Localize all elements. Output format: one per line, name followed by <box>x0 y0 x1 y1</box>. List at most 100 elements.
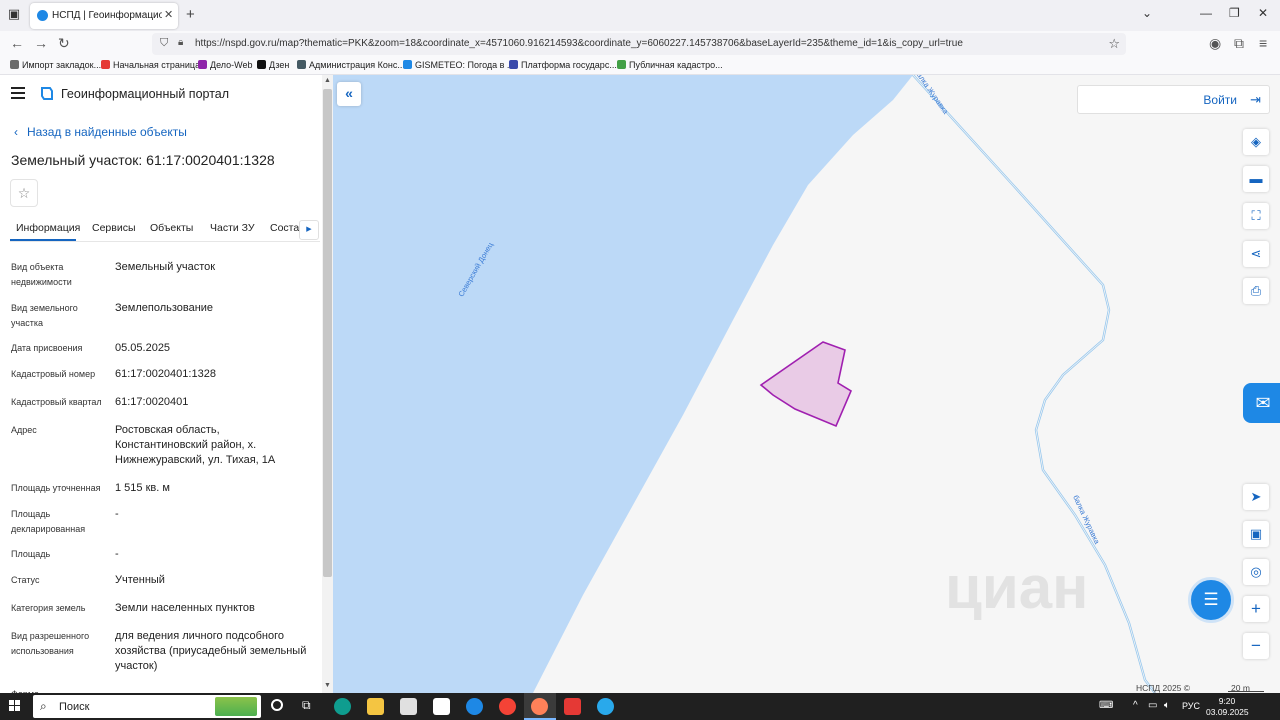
chevron-left-icon: ‹ <box>14 125 18 139</box>
clock[interactable]: 9:20 03.09.2025 <box>1206 696 1249 718</box>
internet-explorer-icon[interactable] <box>466 698 483 715</box>
tab-parts[interactable]: Части ЗУ <box>210 222 255 234</box>
object-title: Земельный участок: 61:17:0020401:1328 <box>11 152 275 168</box>
geolocation-icon[interactable]: ◎ <box>1243 559 1269 585</box>
portal-title: Геоинформационный портал <box>61 87 230 101</box>
property-value: 1 515 кв. м <box>115 482 170 494</box>
network-icon[interactable]: ▭ <box>1148 700 1157 711</box>
back-to-results-link[interactable]: ‹ Назад в найденные объекты <box>14 125 187 139</box>
search-highlight-image-icon <box>215 697 257 716</box>
bookmark-favicon-icon <box>617 60 626 69</box>
windows-start-icon[interactable] <box>9 700 21 712</box>
chat-bubble-icon[interactable]: ☰ <box>1188 577 1234 623</box>
scrollbar-thumb[interactable] <box>323 89 332 577</box>
feedback-chat-icon[interactable]: ✉ <box>1243 383 1280 423</box>
portal-logo-icon <box>41 87 53 100</box>
browser-tab-active[interactable]: НСПД | Геоинформационный ✕ <box>30 3 178 29</box>
edge-icon[interactable] <box>334 698 351 715</box>
bookmark-label: Платформа государс... <box>521 60 617 70</box>
bookmark-star-icon[interactable]: ☆ <box>1108 36 1120 52</box>
property-key: Категория земель <box>11 603 86 613</box>
forward-arrow-icon[interactable]: → <box>34 35 48 51</box>
property-key: Площадь уточненная <box>11 483 101 493</box>
windows-taskbar: ⌕ Поиск ⧉ ⌨ ^ ▭ 🔈︎ РУС 9:20 03.09.2025 <box>0 693 1280 720</box>
ruler-icon[interactable]: ▬ <box>1243 166 1269 192</box>
minimap-icon[interactable]: ▣ <box>1243 521 1269 547</box>
print-icon[interactable]: ⎙ <box>1243 278 1269 304</box>
area-select-icon[interactable]: ⛶ <box>1243 203 1269 229</box>
scroll-down-icon[interactable]: ▼ <box>324 682 331 689</box>
bookmarks-bar: Импорт закладок... Начальная страница Дело… <box>0 57 1280 75</box>
close-tab-icon[interactable]: ✕ <box>164 8 173 21</box>
object-info-panel: Геоинформационный портал ‹ Назад в найден… <box>0 75 322 693</box>
site-favicon-icon <box>37 10 48 21</box>
bookmark-item[interactable]: Начальная страница <box>101 60 200 70</box>
file-explorer-icon[interactable] <box>367 698 384 715</box>
tab-list-icon[interactable]: ▣ <box>6 6 22 22</box>
account-icon[interactable]: ◉ <box>1209 35 1221 52</box>
tab-composition[interactable]: Соста <box>270 222 299 234</box>
share-icon[interactable]: ⋖ <box>1243 241 1269 267</box>
tabs-scroll-right-icon[interactable]: ▶ <box>299 220 319 240</box>
bookmark-favicon-icon <box>10 60 19 69</box>
volume-icon[interactable]: 🔈︎ <box>1164 700 1170 711</box>
reload-icon[interactable]: ↻ <box>58 35 70 52</box>
tab-information[interactable]: Информация <box>16 222 80 234</box>
login-icon: ⇥ <box>1250 92 1261 107</box>
url-text[interactable]: https://nspd.gov.ru/map?thematic=PKK&zoo… <box>195 38 1095 49</box>
extensions-icon[interactable]: ⧉ <box>1234 35 1244 52</box>
new-tab-icon[interactable]: + <box>186 6 195 23</box>
address-bar[interactable]: ⛉ 🔒︎ https://nspd.gov.ru/map?thematic=PK… <box>152 33 1126 55</box>
navigate-icon[interactable]: ➤ <box>1243 484 1269 510</box>
bookmark-item[interactable]: Дзен <box>257 60 289 70</box>
layers-icon[interactable]: ◈ <box>1243 129 1269 155</box>
close-window-icon[interactable]: ✕ <box>1258 6 1268 20</box>
bookmark-label: Администрация Конс... <box>309 60 405 70</box>
bookmark-label: Дзен <box>269 60 290 70</box>
bookmark-item[interactable]: Импорт закладок... <box>10 60 101 70</box>
telegram-icon[interactable] <box>597 698 614 715</box>
search-icon: ⌕ <box>40 699 47 713</box>
cortana-icon[interactable] <box>271 699 283 711</box>
tabs-divider <box>10 241 320 242</box>
restore-icon[interactable]: ❐ <box>1229 6 1240 20</box>
mail-icon[interactable] <box>433 698 450 715</box>
taskbar-search-box[interactable]: ⌕ Поиск <box>33 695 261 718</box>
language-indicator[interactable]: РУС <box>1182 701 1200 711</box>
bookmark-label: Публичная кадастро... <box>629 60 723 70</box>
tray-overflow-icon[interactable]: ^ <box>1133 700 1138 711</box>
yandex-browser-icon[interactable] <box>499 698 516 715</box>
minimize-icon[interactable]: — <box>1200 6 1212 20</box>
scroll-up-icon[interactable]: ▲ <box>324 77 331 84</box>
store-icon[interactable] <box>400 698 417 715</box>
property-key: Площадь <box>11 549 51 559</box>
favorite-star-icon[interactable]: ☆ <box>10 179 38 207</box>
watermark: циан <box>945 554 1089 621</box>
shield-icon[interactable]: ⛉ <box>160 37 168 50</box>
tab-objects[interactable]: Объекты <box>150 222 193 234</box>
sidebar-scrollbar[interactable]: ▲ ▼ <box>322 75 333 693</box>
collapse-panel-button[interactable]: « <box>337 82 361 106</box>
map-canvas[interactable]: Северский Донец балка Журавка балка Жура… <box>333 75 1280 693</box>
tab-title: НСПД | Геоинформационный <box>52 10 162 21</box>
bookmark-item[interactable]: Публичная кадастро... <box>617 60 723 70</box>
login-button[interactable]: Войти ⇥ <box>1077 85 1270 114</box>
task-view-icon[interactable]: ⧉ <box>302 698 311 713</box>
tab-overflow-chevron-icon[interactable]: ⌄ <box>1142 6 1152 20</box>
tab-services[interactable]: Сервисы <box>92 222 136 234</box>
lock-icon[interactable]: 🔒︎ <box>178 37 183 48</box>
zoom-in-icon[interactable]: + <box>1243 596 1269 622</box>
app-menu-icon[interactable]: ≡ <box>1259 35 1267 51</box>
wps-office-icon[interactable] <box>564 698 581 715</box>
bookmark-item[interactable]: Администрация Конс... <box>297 60 405 70</box>
land-parcel <box>759 341 853 428</box>
back-arrow-icon[interactable]: ← <box>10 35 24 51</box>
login-label: Войти <box>1203 93 1237 107</box>
zoom-out-icon[interactable]: − <box>1243 633 1269 659</box>
bookmark-item[interactable]: Дело-Web <box>198 60 253 70</box>
bookmark-favicon-icon <box>297 60 306 69</box>
keyboard-icon[interactable]: ⌨ <box>1099 700 1113 711</box>
bookmark-item[interactable]: Платформа государс... <box>509 60 617 70</box>
hamburger-menu-icon[interactable] <box>11 87 25 99</box>
bookmark-item[interactable]: GISMETEO: Погода в ... <box>403 60 514 70</box>
